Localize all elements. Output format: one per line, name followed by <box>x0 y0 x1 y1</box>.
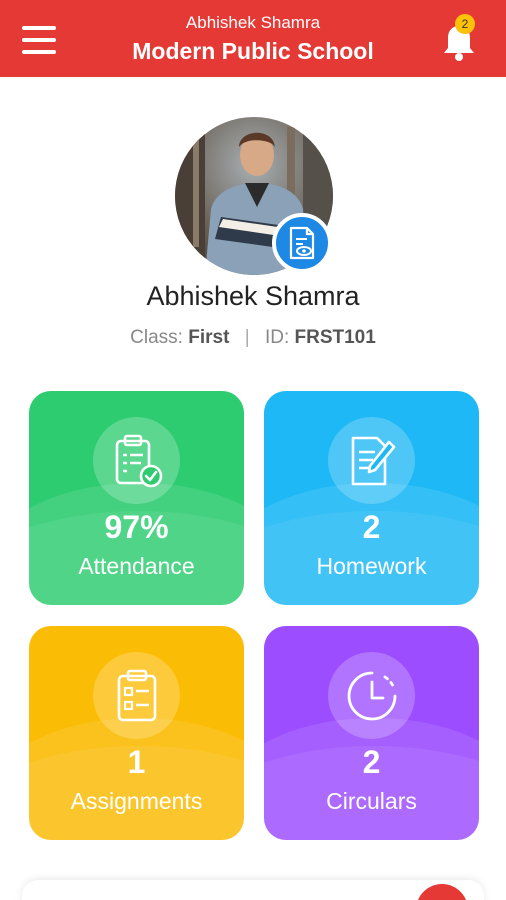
school-title: Modern Public School <box>132 38 374 64</box>
notifications-button[interactable]: 2 <box>440 14 480 64</box>
document-view-icon <box>289 226 315 260</box>
student-name: Abhishek Shamra <box>146 281 360 311</box>
attendance-card[interactable]: 97% Attendance <box>29 391 244 605</box>
circulars-value: 2 <box>362 744 381 780</box>
attendance-label: Attendance <box>78 553 195 579</box>
id-label: ID: <box>264 327 290 348</box>
circulars-card[interactable]: 2 Circulars <box>264 626 479 840</box>
homework-icon-circle <box>328 417 415 504</box>
circulars-label: Circulars <box>326 788 417 814</box>
circulars-icon-circle <box>328 652 415 739</box>
attendance-icon-circle <box>93 417 180 504</box>
document-pen-icon <box>351 436 395 485</box>
meta-separator: | <box>244 327 250 348</box>
assignments-card[interactable]: 1 Assignments <box>29 626 244 840</box>
homework-card[interactable]: 2 Homework <box>264 391 479 605</box>
clipboard-list-icon <box>117 669 156 721</box>
assignments-label: Assignments <box>70 788 203 814</box>
header-subtitle: Abhishek Shamra <box>185 13 321 32</box>
notification-badge: 2 <box>455 14 475 34</box>
app-bar: Abhishek Shamra Modern Public School 2 <box>0 0 506 77</box>
clock-icon <box>347 671 396 720</box>
clipboard-check-icon <box>115 434 162 487</box>
attendance-value: 97% <box>104 509 169 545</box>
id-value: FRST101 <box>294 327 376 348</box>
class-value: First <box>188 327 230 348</box>
homework-value: 2 <box>362 509 381 545</box>
view-profile-button[interactable] <box>272 213 332 273</box>
assignments-value: 1 <box>127 744 146 780</box>
homework-label: Homework <box>316 553 427 579</box>
student-meta: Class: First | ID: FRST101 <box>0 327 506 349</box>
class-label: Class: <box>130 327 183 348</box>
assignments-icon-circle <box>93 652 180 739</box>
bottom-panel <box>22 880 484 900</box>
